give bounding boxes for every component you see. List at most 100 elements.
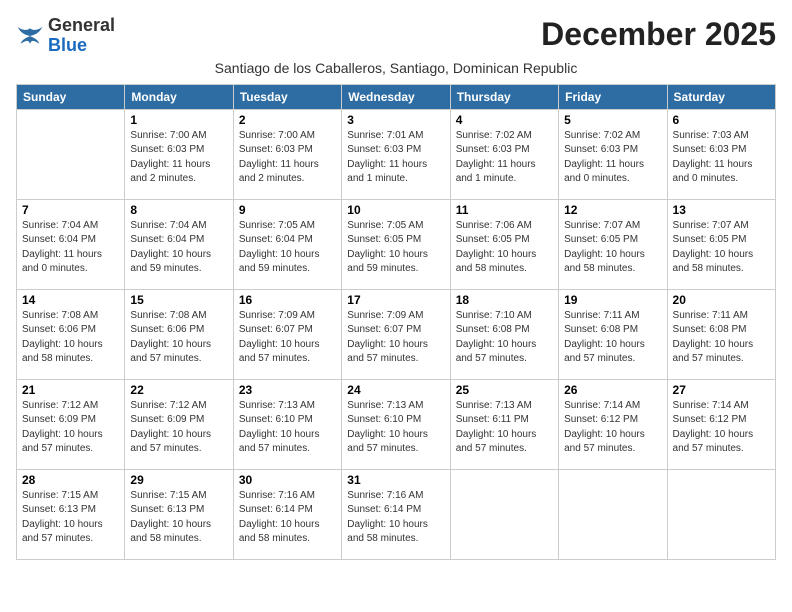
- week-row-1: 1 Sunrise: 7:00 AMSunset: 6:03 PMDaylight…: [17, 109, 776, 199]
- calendar-cell: 21 Sunrise: 7:12 AMSunset: 6:09 PMDayligh…: [17, 379, 125, 469]
- logo-text: General Blue: [48, 16, 115, 56]
- calendar-cell: 24 Sunrise: 7:13 AMSunset: 6:10 PMDayligh…: [342, 379, 450, 469]
- day-info: Sunrise: 7:11 AMSunset: 6:08 PMDaylight:…: [673, 309, 770, 367]
- day-number: 25: [456, 383, 553, 397]
- calendar-body: 1 Sunrise: 7:00 AMSunset: 6:03 PMDaylight…: [17, 109, 776, 559]
- day-number: 12: [564, 203, 661, 217]
- day-info: Sunrise: 7:13 AMSunset: 6:11 PMDaylight:…: [456, 399, 553, 457]
- day-info: Sunrise: 7:05 AMSunset: 6:05 PMDaylight:…: [347, 219, 444, 277]
- calendar-cell: 3 Sunrise: 7:01 AMSunset: 6:03 PMDaylight…: [342, 109, 450, 199]
- calendar-header: SundayMondayTuesdayWednesdayThursdayFrid…: [17, 84, 776, 109]
- logo: General Blue: [16, 16, 115, 56]
- calendar-cell: 1 Sunrise: 7:00 AMSunset: 6:03 PMDaylight…: [125, 109, 233, 199]
- day-number: 2: [239, 113, 336, 127]
- calendar-cell: 12 Sunrise: 7:07 AMSunset: 6:05 PMDayligh…: [559, 199, 667, 289]
- day-number: 23: [239, 383, 336, 397]
- day-number: 8: [130, 203, 227, 217]
- day-info: Sunrise: 7:10 AMSunset: 6:08 PMDaylight:…: [456, 309, 553, 367]
- day-number: 19: [564, 293, 661, 307]
- calendar-cell: 5 Sunrise: 7:02 AMSunset: 6:03 PMDaylight…: [559, 109, 667, 199]
- day-number: 17: [347, 293, 444, 307]
- calendar-cell: 8 Sunrise: 7:04 AMSunset: 6:04 PMDaylight…: [125, 199, 233, 289]
- day-number: 29: [130, 473, 227, 487]
- calendar-table: SundayMondayTuesdayWednesdayThursdayFrid…: [16, 84, 776, 560]
- day-info: Sunrise: 7:01 AMSunset: 6:03 PMDaylight:…: [347, 129, 444, 187]
- page-title: December 2025: [541, 16, 776, 53]
- calendar-cell: 18 Sunrise: 7:10 AMSunset: 6:08 PMDayligh…: [450, 289, 558, 379]
- day-number: 22: [130, 383, 227, 397]
- calendar-cell: 17 Sunrise: 7:09 AMSunset: 6:07 PMDayligh…: [342, 289, 450, 379]
- day-number: 26: [564, 383, 661, 397]
- weekday-monday: Monday: [125, 84, 233, 109]
- calendar-cell: [450, 469, 558, 559]
- day-info: Sunrise: 7:02 AMSunset: 6:03 PMDaylight:…: [456, 129, 553, 187]
- day-number: 3: [347, 113, 444, 127]
- weekday-tuesday: Tuesday: [233, 84, 341, 109]
- day-number: 18: [456, 293, 553, 307]
- day-info: Sunrise: 7:15 AMSunset: 6:13 PMDaylight:…: [22, 489, 119, 547]
- day-info: Sunrise: 7:12 AMSunset: 6:09 PMDaylight:…: [130, 399, 227, 457]
- day-number: 1: [130, 113, 227, 127]
- weekday-saturday: Saturday: [667, 84, 775, 109]
- day-number: 6: [673, 113, 770, 127]
- calendar-cell: 7 Sunrise: 7:04 AMSunset: 6:04 PMDaylight…: [17, 199, 125, 289]
- day-number: 13: [673, 203, 770, 217]
- day-info: Sunrise: 7:06 AMSunset: 6:05 PMDaylight:…: [456, 219, 553, 277]
- calendar-cell: 19Sunrise: 7:11 AMSunset: 6:08 PMDayligh…: [559, 289, 667, 379]
- calendar-cell: 14 Sunrise: 7:08 AMSunset: 6:06 PMDayligh…: [17, 289, 125, 379]
- calendar-cell: 27 Sunrise: 7:14 AMSunset: 6:12 PMDayligh…: [667, 379, 775, 469]
- day-number: 21: [22, 383, 119, 397]
- day-number: 7: [22, 203, 119, 217]
- day-number: 11: [456, 203, 553, 217]
- page-subtitle: Santiago de los Caballeros, Santiago, Do…: [16, 60, 776, 76]
- calendar-cell: [17, 109, 125, 199]
- day-number: 16: [239, 293, 336, 307]
- day-info: Sunrise: 7:13 AMSunset: 6:10 PMDaylight:…: [347, 399, 444, 457]
- week-row-4: 21 Sunrise: 7:12 AMSunset: 6:09 PMDayligh…: [17, 379, 776, 469]
- day-info: Sunrise: 7:12 AMSunset: 6:09 PMDaylight:…: [22, 399, 119, 457]
- day-number: 5: [564, 113, 661, 127]
- day-info: Sunrise: 7:08 AMSunset: 6:06 PMDaylight:…: [22, 309, 119, 367]
- day-info: Sunrise: 7:16 AMSunset: 6:14 PMDaylight:…: [239, 489, 336, 547]
- calendar-cell: [667, 469, 775, 559]
- week-row-5: 28 Sunrise: 7:15 AMSunset: 6:13 PMDayligh…: [17, 469, 776, 559]
- calendar-cell: [559, 469, 667, 559]
- day-info: Sunrise: 7:14 AMSunset: 6:12 PMDaylight:…: [673, 399, 770, 457]
- weekday-thursday: Thursday: [450, 84, 558, 109]
- weekday-header-row: SundayMondayTuesdayWednesdayThursdayFrid…: [17, 84, 776, 109]
- calendar-cell: 2 Sunrise: 7:00 AMSunset: 6:03 PMDaylight…: [233, 109, 341, 199]
- day-number: 9: [239, 203, 336, 217]
- calendar-cell: 4 Sunrise: 7:02 AMSunset: 6:03 PMDaylight…: [450, 109, 558, 199]
- day-info: Sunrise: 7:04 AMSunset: 6:04 PMDaylight:…: [130, 219, 227, 277]
- day-number: 15: [130, 293, 227, 307]
- calendar-cell: 30Sunrise: 7:16 AMSunset: 6:14 PMDayligh…: [233, 469, 341, 559]
- day-info: Sunrise: 7:09 AMSunset: 6:07 PMDaylight:…: [347, 309, 444, 367]
- day-number: 24: [347, 383, 444, 397]
- day-info: Sunrise: 7:02 AMSunset: 6:03 PMDaylight:…: [564, 129, 661, 187]
- day-info: Sunrise: 7:00 AMSunset: 6:03 PMDaylight:…: [130, 129, 227, 187]
- day-info: Sunrise: 7:00 AMSunset: 6:03 PMDaylight:…: [239, 129, 336, 187]
- day-number: 27: [673, 383, 770, 397]
- day-number: 14: [22, 293, 119, 307]
- day-info: Sunrise: 7:16 AMSunset: 6:14 PMDaylight:…: [347, 489, 444, 547]
- calendar-cell: 26 Sunrise: 7:14 AMSunset: 6:12 PMDayligh…: [559, 379, 667, 469]
- day-info: Sunrise: 7:07 AMSunset: 6:05 PMDaylight:…: [564, 219, 661, 277]
- calendar-cell: 22 Sunrise: 7:12 AMSunset: 6:09 PMDayligh…: [125, 379, 233, 469]
- day-info: Sunrise: 7:13 AMSunset: 6:10 PMDaylight:…: [239, 399, 336, 457]
- day-info: Sunrise: 7:03 AMSunset: 6:03 PMDaylight:…: [673, 129, 770, 187]
- day-info: Sunrise: 7:04 AMSunset: 6:04 PMDaylight:…: [22, 219, 119, 277]
- day-number: 28: [22, 473, 119, 487]
- day-info: Sunrise: 7:14 AMSunset: 6:12 PMDaylight:…: [564, 399, 661, 457]
- week-row-2: 7 Sunrise: 7:04 AMSunset: 6:04 PMDaylight…: [17, 199, 776, 289]
- calendar-cell: 23 Sunrise: 7:13 AMSunset: 6:10 PMDayligh…: [233, 379, 341, 469]
- page-header: General Blue December 2025: [16, 16, 776, 56]
- calendar-cell: 25 Sunrise: 7:13 AMSunset: 6:11 PMDayligh…: [450, 379, 558, 469]
- day-info: Sunrise: 7:15 AMSunset: 6:13 PMDaylight:…: [130, 489, 227, 547]
- day-info: Sunrise: 7:09 AMSunset: 6:07 PMDaylight:…: [239, 309, 336, 367]
- weekday-friday: Friday: [559, 84, 667, 109]
- calendar-cell: 29 Sunrise: 7:15 AMSunset: 6:13 PMDayligh…: [125, 469, 233, 559]
- calendar-cell: 6 Sunrise: 7:03 AMSunset: 6:03 PMDaylight…: [667, 109, 775, 199]
- day-number: 10: [347, 203, 444, 217]
- day-info: Sunrise: 7:08 AMSunset: 6:06 PMDaylight:…: [130, 309, 227, 367]
- day-number: 4: [456, 113, 553, 127]
